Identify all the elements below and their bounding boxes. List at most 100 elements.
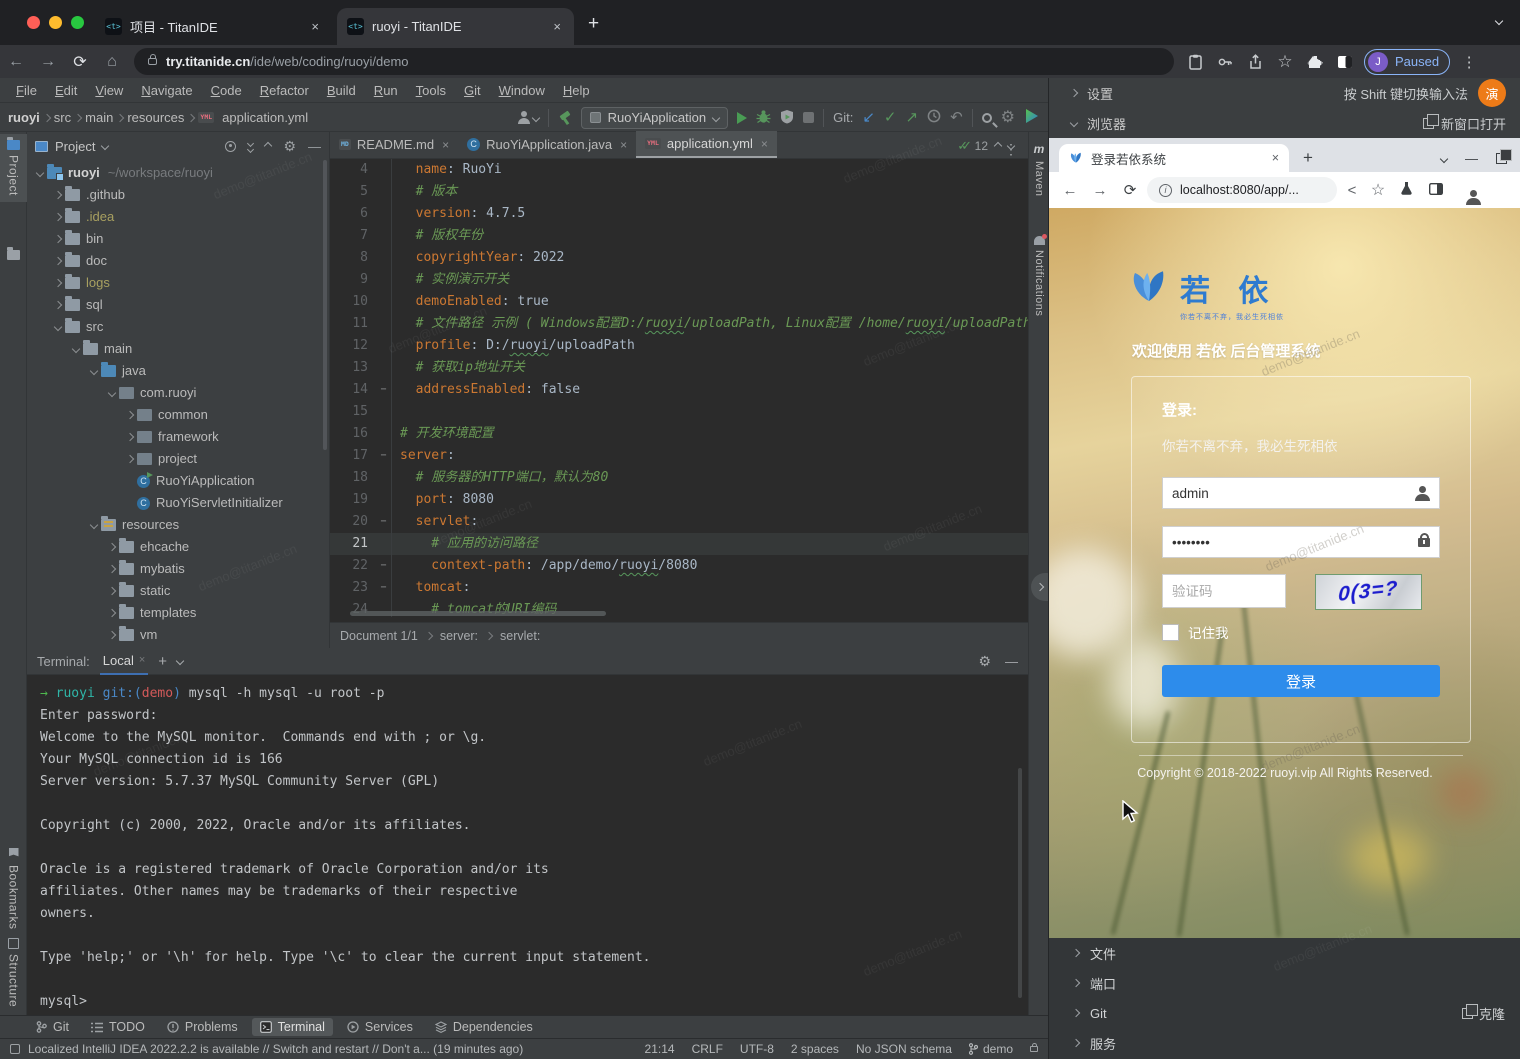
code-line-21[interactable]: 21 # 应用的访问路径 xyxy=(330,533,1028,555)
menu-navigate[interactable]: Navigate xyxy=(133,81,200,100)
expand-arrow-icon[interactable] xyxy=(54,301,62,309)
collapse-arrow-icon[interactable] xyxy=(108,389,116,397)
status-item-4[interactable]: No JSON schema xyxy=(856,1042,952,1056)
expand-arrow-icon[interactable] xyxy=(54,257,62,265)
side-panel-icon[interactable] xyxy=(1330,50,1360,74)
maximize-window-button[interactable] xyxy=(71,16,84,29)
tree-item-com.ruoyi[interactable]: com.ruoyi xyxy=(27,382,329,404)
code-line-14[interactable]: 14− addressEnabled: false xyxy=(330,379,1028,401)
code-line-10[interactable]: 10 demoEnabled: true xyxy=(330,291,1028,313)
clipboard-icon[interactable] xyxy=(1180,50,1210,74)
status-message[interactable]: Localized IntelliJ IDEA 2022.2.2 is avai… xyxy=(28,1042,523,1056)
build-hammer-icon[interactable] xyxy=(558,111,572,125)
editor-tab-application.yml[interactable]: YMLapplication.yml× xyxy=(636,131,777,158)
embedded-star-icon[interactable]: ☆ xyxy=(1367,180,1389,200)
code-line-15[interactable]: 15 xyxy=(330,401,1028,423)
tree-item-.idea[interactable]: .idea xyxy=(27,206,329,228)
titanide-logo-icon[interactable] xyxy=(1024,108,1040,127)
menu-code[interactable]: Code xyxy=(203,81,250,100)
close-window-button[interactable] xyxy=(27,16,40,29)
tree-item-RuoYiServletInitializer[interactable]: RuoYiServletInitializer xyxy=(27,492,329,514)
tree-item-common[interactable]: common xyxy=(27,404,329,426)
coverage-shield-icon[interactable] xyxy=(780,109,794,127)
expand-arrow-icon[interactable] xyxy=(54,235,62,243)
collapse-arrow-icon[interactable] xyxy=(90,521,98,529)
collapse-all-icon[interactable] xyxy=(264,142,272,150)
tree-item-ruoyi[interactable]: ruoyi~/workspace/ruoyi xyxy=(27,162,329,184)
tool-button-git[interactable]: Git xyxy=(28,1018,77,1036)
browser-tab-2[interactable]: <t>ruoyi - TitanIDE× xyxy=(337,8,574,45)
embedded-side-panel-icon[interactable] xyxy=(1423,182,1449,199)
settings-gear-icon[interactable]: ⚙ xyxy=(1001,110,1015,125)
flask-icon[interactable] xyxy=(1393,181,1419,199)
password-input[interactable] xyxy=(1172,535,1418,550)
expand-arrow-icon[interactable] xyxy=(126,455,134,463)
new-terminal-icon[interactable]: + xyxy=(158,653,167,670)
code-line-9[interactable]: 9 # 实例演示开关 xyxy=(330,269,1028,291)
profile-button[interactable]: J Paused xyxy=(1364,49,1450,75)
captcha-image[interactable]: 0(3=? xyxy=(1315,574,1422,610)
close-embedded-tab-icon[interactable]: × xyxy=(1272,151,1279,165)
expand-arrow-icon[interactable] xyxy=(126,433,134,441)
password-key-icon[interactable] xyxy=(1210,50,1240,74)
code-line-4[interactable]: 4 name: RuoYi xyxy=(330,159,1028,181)
share-icon[interactable] xyxy=(1240,50,1270,74)
open-new-window-button[interactable]: 新窗口打开 xyxy=(1423,114,1506,133)
code-line-19[interactable]: 19 port: 8080 xyxy=(330,489,1028,511)
expand-arrow-icon[interactable] xyxy=(126,411,134,419)
embedded-address-bar[interactable]: i localhost:8080/app/... xyxy=(1147,177,1337,203)
code-line-17[interactable]: 17−server: xyxy=(330,445,1028,467)
menu-help[interactable]: Help xyxy=(555,81,598,100)
expand-arrow-icon[interactable] xyxy=(108,565,116,573)
doc-breadcrumb-2[interactable]: servlet: xyxy=(500,629,540,643)
expand-arrow-icon[interactable] xyxy=(54,191,62,199)
username-input[interactable] xyxy=(1172,486,1415,501)
terminal-settings-gear-icon[interactable]: ⚙ xyxy=(978,653,991,670)
menu-git[interactable]: Git xyxy=(456,81,489,100)
terminal-output[interactable]: → ruoyi git:(demo) mysql -h mysql -u roo… xyxy=(27,675,1028,1013)
new-tab-button[interactable]: + xyxy=(588,14,599,33)
terminal-scrollbar[interactable] xyxy=(1018,768,1022,998)
embedded-new-tab-icon[interactable]: + xyxy=(1303,148,1313,172)
status-item-0[interactable]: 21:14 xyxy=(645,1042,675,1056)
collapse-arrow-icon[interactable] xyxy=(90,367,98,375)
tool-button-dependencies[interactable]: Dependencies xyxy=(427,1018,541,1036)
git-commit-icon[interactable]: ✓ xyxy=(884,110,897,125)
code-line-18[interactable]: 18 # 服务器的HTTP端口，默认为80 xyxy=(330,467,1028,489)
menu-edit[interactable]: Edit xyxy=(47,81,85,100)
code-line-20[interactable]: 20− servlet: xyxy=(330,511,1028,533)
minimize-window-button[interactable] xyxy=(49,16,62,29)
code-line-13[interactable]: 13 # 获取ip地址开关 xyxy=(330,357,1028,379)
tool-button-services[interactable]: Services xyxy=(339,1018,421,1036)
tree-scrollbar[interactable] xyxy=(323,160,327,450)
doc-breadcrumb-1[interactable]: server: xyxy=(440,629,478,643)
expand-arrow-icon[interactable] xyxy=(54,213,62,221)
embedded-forward-icon[interactable]: → xyxy=(1087,182,1113,199)
tool-button-terminal[interactable]: Terminal xyxy=(252,1018,333,1036)
status-lock-icon[interactable] xyxy=(1030,1046,1038,1052)
tree-item-main[interactable]: main xyxy=(27,338,329,360)
collapse-arrow-icon[interactable] xyxy=(54,323,62,331)
stop-button[interactable] xyxy=(803,112,814,123)
embedded-back-icon[interactable]: ← xyxy=(1057,182,1083,199)
prev-problem-icon[interactable] xyxy=(994,142,1002,150)
clone-button[interactable]: 克隆 xyxy=(1462,1004,1505,1023)
tree-item-logs[interactable]: logs xyxy=(27,272,329,294)
code-line-6[interactable]: 6 version: 4.7.5 xyxy=(330,203,1028,225)
menu-window[interactable]: Window xyxy=(491,81,553,100)
hide-panel-icon[interactable]: — xyxy=(308,139,321,154)
status-item-1[interactable]: CRLF xyxy=(692,1042,723,1056)
bookmark-star-icon[interactable]: ☆ xyxy=(1270,50,1300,74)
menu-file[interactable]: File xyxy=(8,81,45,100)
expand-arrow-icon[interactable] xyxy=(108,587,116,595)
code-line-11[interactable]: 11 # 文件路径 示例 ( Windows配置D:/ruoyi/uploadP… xyxy=(330,313,1028,335)
editor-tab-README.md[interactable]: MDREADME.md× xyxy=(330,131,458,158)
close-tab-icon[interactable]: × xyxy=(308,19,322,34)
doc-breadcrumb-0[interactable]: Document 1/1 xyxy=(340,629,418,643)
breadcrumb-item-ruoyi[interactable]: ruoyi xyxy=(8,110,40,125)
history-clock-icon[interactable] xyxy=(927,109,941,126)
tab-search-icon[interactable] xyxy=(1495,17,1503,25)
tree-item-static[interactable]: static xyxy=(27,580,329,602)
tree-item-resources[interactable]: resources xyxy=(27,514,329,536)
locate-file-icon[interactable] xyxy=(225,141,236,152)
